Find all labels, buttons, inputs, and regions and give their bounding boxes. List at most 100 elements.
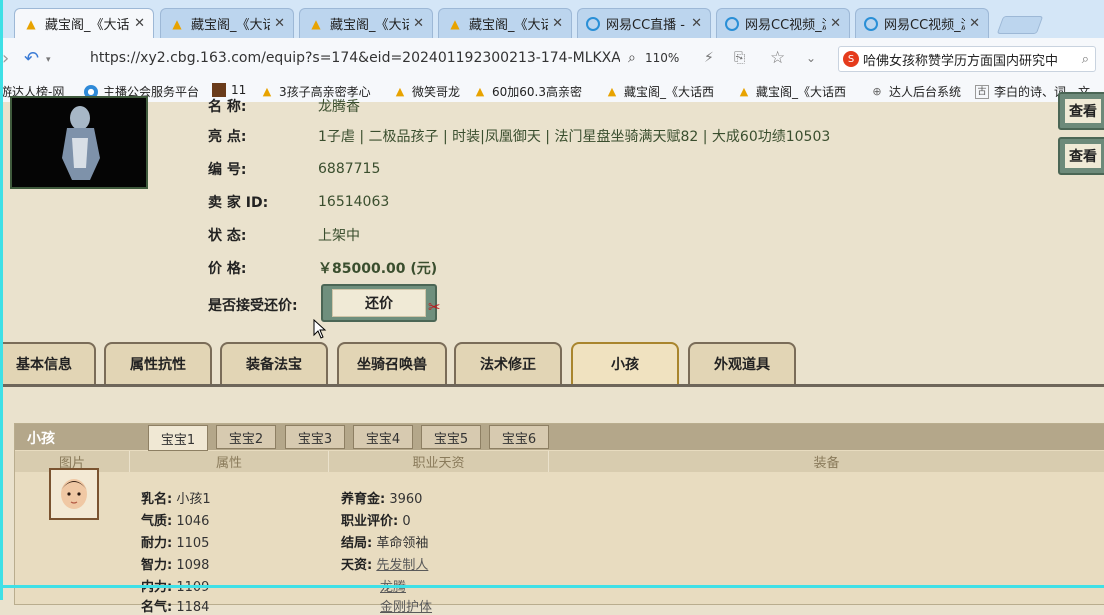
tab-title: 藏宝阁_《大话 bbox=[191, 18, 271, 33]
zoom-level[interactable]: 110% bbox=[645, 51, 679, 65]
bookmark-item[interactable]: ⊕ 达人后台系统 bbox=[870, 83, 961, 100]
bookmark-label: 60加60.3高亲密 bbox=[492, 85, 582, 99]
zoom-icon[interactable]: ⌕ bbox=[628, 50, 636, 66]
highlights-value: 1子虐 | 二极品孩子 | 时装|凤凰御天 | 法门星盘坐骑满天赋82 | 大成… bbox=[318, 129, 831, 145]
new-tab-button[interactable] bbox=[996, 16, 1044, 34]
cc-icon: c bbox=[586, 16, 600, 31]
screen-border bbox=[0, 0, 3, 600]
star-icon[interactable]: ☆ bbox=[770, 48, 785, 68]
forward-icon[interactable]: › bbox=[2, 48, 9, 69]
attr-label: 气质: bbox=[141, 514, 173, 529]
scissors-icon: ✂ bbox=[428, 298, 441, 316]
seller-value: 16514063 bbox=[318, 194, 390, 210]
undo-icon[interactable]: ↶ bbox=[24, 48, 39, 69]
thumbnail-icon bbox=[212, 83, 226, 97]
baby-tab-label: 宝宝1 bbox=[160, 432, 196, 448]
tab-attributes[interactable]: 属性抗性 bbox=[104, 342, 212, 384]
browser-tab[interactable]: ▲ 藏宝阁_《大话 ✕ bbox=[299, 8, 433, 38]
view-button[interactable]: 查看 bbox=[1058, 137, 1104, 175]
talent-link[interactable]: 先发制人 bbox=[376, 558, 428, 573]
share-icon[interactable]: ⎘ bbox=[734, 50, 745, 66]
bookmark-item[interactable]: ▲ 藏宝阁_《大话西 bbox=[605, 83, 714, 100]
tab-label: 外观道具 bbox=[714, 357, 770, 373]
browser-tab[interactable]: ▲ 藏宝阁_《大话 ✕ bbox=[438, 8, 572, 38]
bookmark-item[interactable]: ▲ 60加60.3高亲密 bbox=[473, 83, 582, 100]
column-label: 职业天资 bbox=[412, 456, 465, 471]
tab-baby-3[interactable]: 宝宝3 bbox=[285, 425, 345, 449]
seller-label: 卖 家 ID: bbox=[208, 195, 269, 211]
attr-row: 耐力: 1105 bbox=[141, 532, 209, 551]
counter-offer-label: 是否接受还价: bbox=[208, 298, 298, 314]
tab-spell-correction[interactable]: 法术修正 bbox=[454, 342, 562, 384]
view-button[interactable]: 查看 bbox=[1058, 92, 1104, 130]
bookmark-label: 达人后台系统 bbox=[889, 85, 962, 99]
name-value: 龙腾香 bbox=[318, 99, 360, 115]
tab-label: 装备法宝 bbox=[246, 357, 302, 373]
chick-icon: ▲ bbox=[26, 16, 36, 31]
chevron-down-icon[interactable]: ⌄ bbox=[806, 51, 816, 65]
career-value: 3960 bbox=[389, 492, 423, 507]
close-icon[interactable]: ✕ bbox=[969, 16, 980, 31]
address-bar: › ↶ ▾ https://xy2.cbg.163.com/equip?s=17… bbox=[0, 38, 1104, 81]
tab-label: 法术修正 bbox=[480, 357, 536, 373]
bookmark-item[interactable]: ▲ 微笑哥龙 bbox=[393, 83, 460, 100]
gu-icon: 古 bbox=[975, 84, 989, 99]
dropdown-icon[interactable]: ▾ bbox=[46, 55, 51, 65]
tab-divider bbox=[0, 384, 1104, 387]
search-icon[interactable]: ⌕ bbox=[1082, 52, 1089, 67]
tab-equipment[interactable]: 装备法宝 bbox=[220, 342, 328, 384]
close-icon[interactable]: ✕ bbox=[274, 16, 285, 31]
browser-tab[interactable]: ▲ 藏宝阁_《大话 ✕ bbox=[160, 8, 294, 38]
bookmarks-bar: 游达人榜-网 ● 主播公会服务平台 11 ▲ 3孩子高亲密孝心 ▲ 微笑哥龙 ▲… bbox=[0, 80, 1104, 103]
tab-baby-5[interactable]: 宝宝5 bbox=[421, 425, 481, 449]
browser-tab[interactable]: c 网易CC视频_游 ✕ bbox=[716, 8, 850, 38]
close-icon[interactable]: ✕ bbox=[691, 16, 702, 31]
child-panel: 小孩 宝宝1 宝宝2 宝宝3 宝宝4 宝宝5 宝宝6 图片 属性 职业天资 装备… bbox=[14, 423, 1104, 615]
tab-appearance[interactable]: 外观道具 bbox=[688, 342, 796, 384]
career-label: 天资: bbox=[341, 558, 373, 573]
tab-title: 藏宝阁_《大话 bbox=[330, 18, 410, 33]
attr-label: 乳名: bbox=[141, 492, 173, 507]
tab-title: 藏宝阁_《大话 bbox=[469, 18, 549, 33]
serial-value: 6887715 bbox=[318, 161, 381, 177]
serial-label: 编 号: bbox=[208, 162, 247, 178]
attr-row: 智力: 1098 bbox=[141, 554, 209, 573]
chick-icon: ▲ bbox=[475, 84, 485, 98]
tab-label: 属性抗性 bbox=[130, 357, 186, 373]
highlights-label: 亮 点: bbox=[208, 129, 247, 145]
search-input[interactable]: 哈佛女孩称赞学历方面国内研究中 bbox=[863, 50, 1082, 69]
career-label: 养育金: bbox=[341, 492, 386, 507]
tab-baby-6[interactable]: 宝宝6 bbox=[489, 425, 549, 449]
tab-children[interactable]: 小孩 bbox=[571, 342, 679, 384]
talent-link[interactable]: 金刚护体 bbox=[380, 600, 432, 615]
url-input[interactable]: https://xy2.cbg.163.com/equip?s=174&eid=… bbox=[90, 50, 620, 66]
browser-tab[interactable]: ▲ 藏宝阁_《大话 ✕ bbox=[14, 8, 154, 38]
bookmark-item[interactable]: 11 bbox=[212, 83, 246, 97]
tab-baby-4[interactable]: 宝宝4 bbox=[353, 425, 413, 449]
career-row: 职业评价: 0 bbox=[341, 510, 411, 529]
counter-offer-row: 是否接受还价: bbox=[208, 295, 318, 315]
tab-baby-2[interactable]: 宝宝2 bbox=[216, 425, 276, 449]
browser-tab[interactable]: c 网易CC直播 - ✕ bbox=[577, 8, 711, 38]
bookmark-item[interactable]: ▲ 藏宝阁_《大话西 bbox=[737, 83, 846, 100]
browser-tab[interactable]: c 网易CC视频_游 ✕ bbox=[855, 8, 989, 38]
tab-mounts-pets[interactable]: 坐骑召唤兽 bbox=[337, 342, 447, 384]
bookmark-label: 微笑哥龙 bbox=[412, 85, 461, 99]
counter-offer-button[interactable]: 还价 bbox=[321, 284, 437, 322]
panel-title: 小孩 bbox=[27, 431, 55, 447]
search-box[interactable]: S 哈佛女孩称赞学历方面国内研究中 ⌕ bbox=[838, 46, 1096, 72]
tab-basic-info[interactable]: 基本信息 bbox=[0, 342, 96, 384]
tab-baby-1[interactable]: 宝宝1 bbox=[148, 425, 208, 451]
lightning-icon[interactable]: ⚡ bbox=[704, 50, 714, 66]
baby-tab-label: 宝宝4 bbox=[365, 431, 401, 447]
item-name-row: 名 称: 龙腾香 bbox=[208, 96, 360, 116]
attr-row: 气质: 1046 bbox=[141, 510, 209, 529]
tab-title: 网易CC直播 - bbox=[606, 18, 685, 33]
serial-row: 编 号: 6887715 bbox=[208, 159, 380, 179]
close-icon[interactable]: ✕ bbox=[830, 16, 841, 31]
close-icon[interactable]: ✕ bbox=[413, 16, 424, 31]
name-label: 名 称: bbox=[208, 99, 247, 115]
close-icon[interactable]: ✕ bbox=[552, 16, 563, 31]
search-engine-icon[interactable]: S bbox=[843, 51, 859, 67]
close-icon[interactable]: ✕ bbox=[134, 16, 145, 31]
